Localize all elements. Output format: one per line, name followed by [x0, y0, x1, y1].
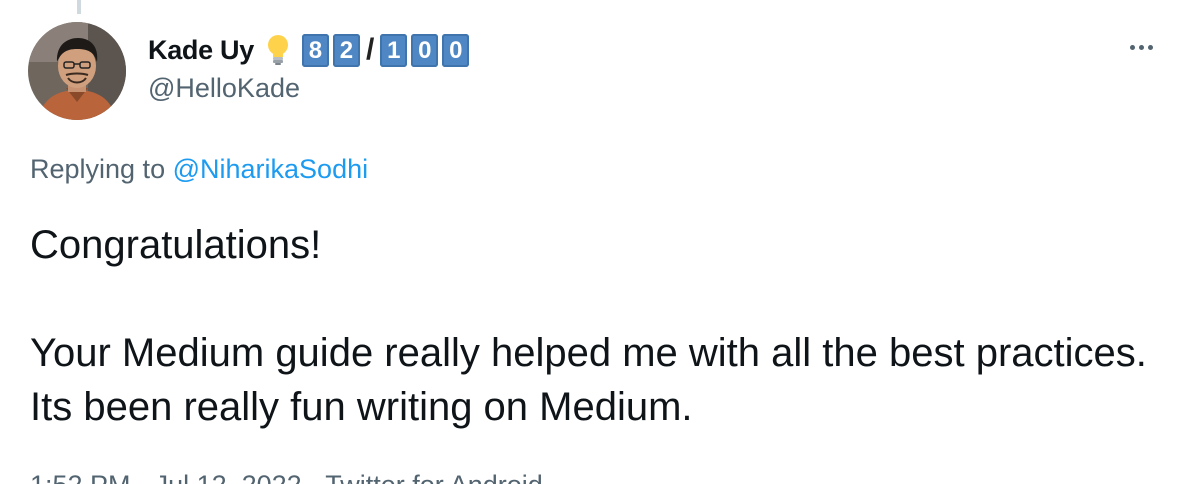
tweet-text: Congratulations! Your Medium guide reall…	[30, 218, 1170, 434]
tweet-container: Kade Uy 8 2 / 1 0 0 @HelloKade Replying …	[0, 0, 1200, 484]
author-display-name[interactable]: Kade Uy	[148, 35, 254, 66]
author-name-row: Kade Uy 8 2 / 1 0 0	[148, 30, 470, 70]
tweet-text-paragraph: Your Medium guide really helped me with …	[30, 331, 1147, 429]
mention-link[interactable]: @NiharikaSodhi	[173, 154, 369, 184]
score-digit: 1	[380, 33, 408, 67]
replying-to-label: Replying to	[30, 154, 173, 184]
score-badge: 8 2 / 1 0 0	[301, 33, 470, 67]
score-digit: 8	[301, 33, 329, 67]
tweet-source[interactable]: Twitter for Android	[325, 470, 543, 484]
lightbulb-icon	[266, 34, 290, 66]
tweet-date[interactable]: Jul 12, 2022	[155, 470, 302, 484]
thread-connector-line	[77, 0, 81, 14]
score-digit: 0	[411, 33, 439, 67]
score-digit: 2	[332, 33, 360, 67]
tweet-text-line: Congratulations!	[30, 223, 322, 267]
score-separator: /	[365, 33, 375, 66]
more-options-icon[interactable]	[1124, 34, 1158, 60]
author-handle[interactable]: @HelloKade	[148, 73, 300, 104]
meta-separator: ·	[302, 470, 326, 484]
meta-separator: ·	[131, 470, 155, 484]
replying-to-line: Replying to @NiharikaSodhi	[30, 154, 368, 185]
tweet-time[interactable]: 1:52 PM	[30, 470, 131, 484]
score-digit: 0	[442, 33, 470, 67]
avatar[interactable]	[28, 22, 126, 120]
tweet-metadata: 1:52 PM · Jul 12, 2022 · Twitter for And…	[30, 470, 543, 484]
